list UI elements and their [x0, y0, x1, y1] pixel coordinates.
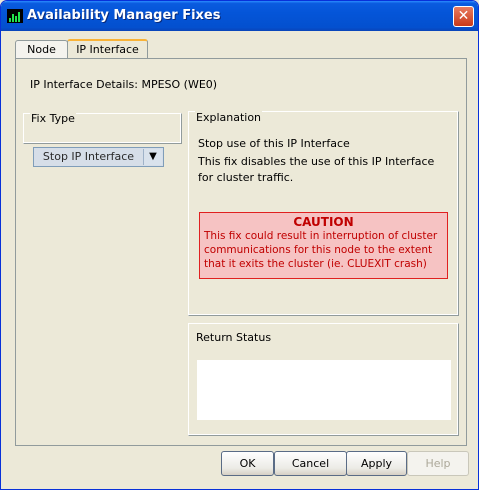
explanation-line-1: This fix disables the use of this IP Int… — [198, 155, 435, 168]
return-status-title: Return Status — [195, 331, 273, 344]
fixes-window: Availability Manager Fixes ✕ Node IP Int… — [0, 0, 479, 490]
return-status-group: Return Status — [188, 323, 459, 436]
caution-line-3: that it exits the cluster (ie. CLUEXIT c… — [204, 258, 427, 270]
fix-type-select[interactable]: Stop IP Interface ▼ — [33, 147, 164, 167]
app-icon — [7, 9, 23, 23]
help-button[interactable]: Help — [407, 451, 469, 476]
caution-line-2: communications for this node to the exte… — [204, 244, 433, 256]
tab-ip-interface[interactable]: IP Interface — [67, 39, 148, 60]
caution-title: CAUTION — [293, 215, 354, 229]
tab-panel: IP Interface Details: MPESO (WE0) Fix Ty… — [15, 58, 467, 446]
tab-node[interactable]: Node — [15, 40, 68, 59]
fix-type-group: Fix Type — [23, 112, 182, 144]
close-button[interactable]: ✕ — [453, 6, 474, 27]
chevron-down-icon[interactable]: ▼ — [143, 149, 162, 165]
explanation-heading: Stop use of this IP Interface — [198, 137, 350, 150]
ip-interface-details: IP Interface Details: MPESO (WE0) — [30, 78, 218, 91]
cancel-button[interactable]: Cancel — [274, 451, 347, 476]
title-bar[interactable]: Availability Manager Fixes ✕ — [1, 1, 478, 31]
apply-button[interactable]: Apply — [346, 451, 407, 476]
explanation-title: Explanation — [195, 111, 263, 124]
caution-line-1: This fix could result in interruption of… — [204, 230, 438, 242]
dialog-body: Node IP Interface IP Interface Details: … — [5, 31, 474, 485]
explanation-line-2: for cluster traffic. — [198, 171, 294, 184]
explanation-group: Explanation Stop use of this IP Interfac… — [188, 111, 459, 316]
window-title: Availability Manager Fixes — [27, 8, 221, 23]
fix-type-title: Fix Type — [30, 112, 76, 125]
caution-box: CAUTION This fix could result in interru… — [199, 212, 448, 279]
fix-type-selected: Stop IP Interface — [42, 150, 135, 163]
return-status-area — [197, 360, 451, 420]
ok-button[interactable]: OK — [221, 451, 274, 476]
